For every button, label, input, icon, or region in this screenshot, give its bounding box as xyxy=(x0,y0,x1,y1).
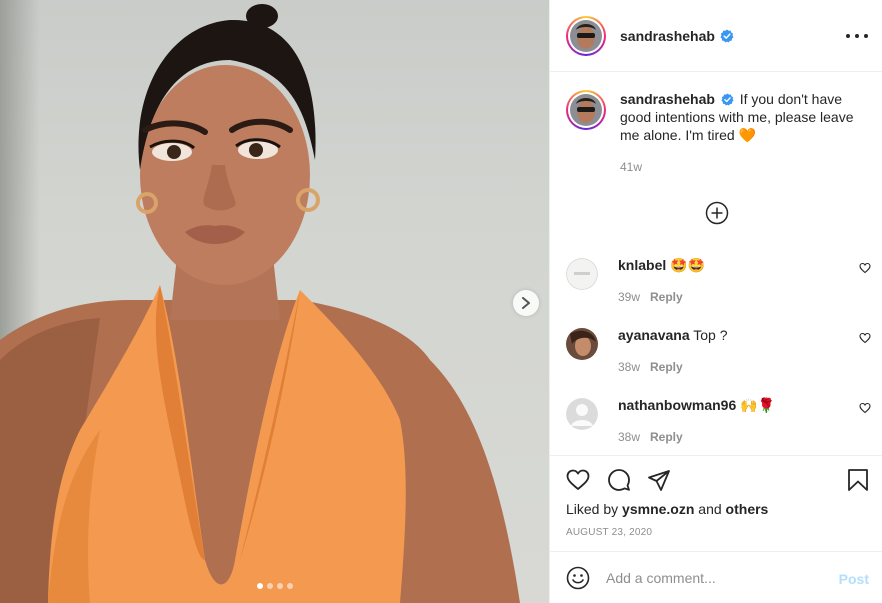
post-photo[interactable] xyxy=(0,0,549,603)
carousel-dot-active xyxy=(256,583,263,589)
likes-user-link[interactable]: ysmne.ozn xyxy=(622,501,694,517)
heart-icon[interactable] xyxy=(859,262,871,274)
more-options-button[interactable] xyxy=(846,26,868,46)
reply-button[interactable]: Reply xyxy=(650,430,683,444)
comment-username[interactable]: knlabel xyxy=(618,257,666,273)
author-avatar[interactable] xyxy=(566,15,606,56)
comment-item: nathanbowman96 🙌🌹 38w Reply xyxy=(566,396,871,446)
verified-badge-icon xyxy=(720,29,734,42)
plus-circle-icon[interactable] xyxy=(705,201,729,225)
likes-summary: Liked by ysmne.ozn and others xyxy=(566,501,768,517)
verified-badge-icon xyxy=(721,93,734,106)
comment-time[interactable]: 39w xyxy=(618,290,640,304)
share-icon[interactable] xyxy=(647,468,671,492)
author-avatar-image xyxy=(570,19,602,52)
post-date[interactable]: AUGUST 23, 2020 xyxy=(566,527,652,538)
bookmark-icon[interactable] xyxy=(847,468,869,492)
comment-time[interactable]: 38w xyxy=(618,360,640,374)
caption-username[interactable]: sandrashehab xyxy=(620,91,715,107)
default-avatar-icon xyxy=(566,398,598,430)
photo-scene xyxy=(0,4,520,603)
post-caption: sandrashehab If you don't have good inte… xyxy=(566,90,871,176)
caption-time[interactable]: 41w xyxy=(620,158,871,176)
emoji-icon[interactable] xyxy=(566,566,590,590)
heart-icon[interactable] xyxy=(566,468,590,492)
heart-icon[interactable] xyxy=(859,332,871,344)
comment-text: 🤩🤩 xyxy=(670,257,706,273)
comment-icon[interactable] xyxy=(607,468,631,492)
comment-input[interactable] xyxy=(606,565,806,591)
reply-button[interactable]: Reply xyxy=(650,360,683,374)
post-header: sandrashehab xyxy=(550,0,882,72)
comment-avatar[interactable] xyxy=(566,258,598,290)
caption-author-avatar-image xyxy=(570,94,602,126)
comment-avatar[interactable] xyxy=(566,328,598,360)
likes-prefix: Liked by xyxy=(566,501,619,517)
comment-item: knlabel 🤩🤩 39w Reply xyxy=(566,256,871,306)
add-comment-bar: Post xyxy=(550,551,882,603)
reply-button[interactable]: Reply xyxy=(650,290,683,304)
carousel-indicator xyxy=(0,583,549,589)
comment-item: ayanavana Top ? 38w Reply xyxy=(566,326,871,376)
carousel-dot xyxy=(286,583,293,589)
action-bar xyxy=(550,455,882,505)
comment-text: Top ? xyxy=(693,327,728,343)
comment-username[interactable]: nathanbowman96 xyxy=(618,397,736,413)
post-side-panel: sandrashehab sandrashehab If you don't h… xyxy=(549,0,882,603)
chevron-right-icon xyxy=(522,297,530,309)
comment-avatar[interactable] xyxy=(566,398,598,430)
next-slide-button[interactable] xyxy=(513,290,539,316)
comment-avatar-image xyxy=(566,328,598,360)
comment-avatar-image xyxy=(566,258,598,290)
more-options-icon xyxy=(846,34,850,38)
carousel-dot xyxy=(266,583,273,589)
caption-heart-emoji: 🧡 xyxy=(738,127,757,143)
caption-author-avatar[interactable] xyxy=(566,90,606,130)
comment-time[interactable]: 38w xyxy=(618,430,640,444)
author-username[interactable]: sandrashehab xyxy=(620,28,715,44)
carousel-dot xyxy=(276,583,283,589)
comment-text: 🙌🌹 xyxy=(740,397,776,413)
likes-others-link[interactable]: others xyxy=(726,501,769,517)
post-comment-button[interactable]: Post xyxy=(839,571,869,587)
heart-icon[interactable] xyxy=(859,402,871,414)
likes-conjunction: and xyxy=(698,501,722,517)
comment-username[interactable]: ayanavana xyxy=(618,327,690,343)
